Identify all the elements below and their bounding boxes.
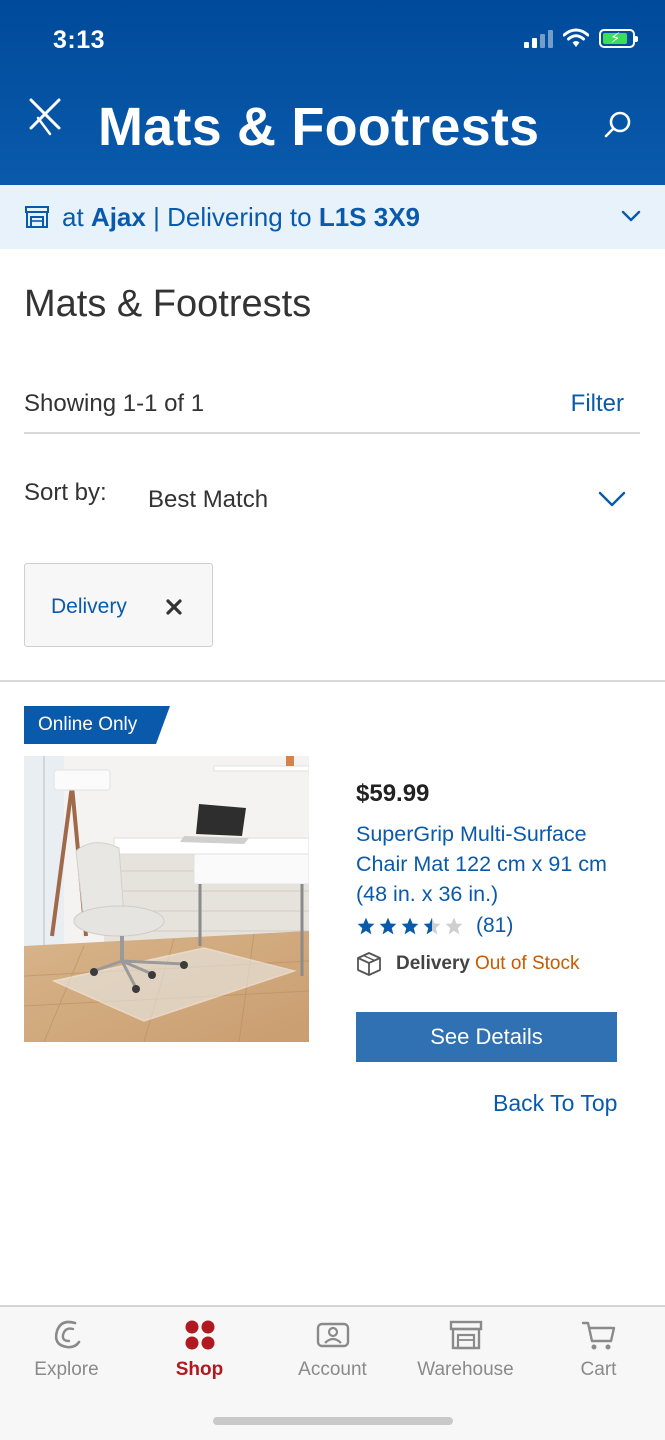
cart-icon: [581, 1321, 615, 1350]
explore-icon: [54, 1320, 80, 1349]
results-row: Showing 1-1 of 1 Filter: [24, 390, 640, 434]
location-bar[interactable]: at Ajax | Delivering to L1S 3X9: [0, 185, 665, 249]
filter-button[interactable]: Filter: [571, 390, 624, 418]
tab-label: Explore: [34, 1359, 99, 1380]
store-icon: [25, 206, 49, 228]
badge-label: Online Only: [38, 714, 138, 735]
signal-icon: [524, 28, 553, 48]
product-price: $59.99: [356, 780, 430, 807]
search-icon[interactable]: [603, 110, 633, 140]
close-icon[interactable]: [28, 96, 62, 136]
account-icon: [316, 1322, 349, 1348]
tab-explore[interactable]: Explore: [0, 1317, 133, 1397]
product-name-link[interactable]: SuperGrip Multi-Surface Chair Mat 122 cm…: [356, 819, 626, 909]
star-full-icon: [357, 917, 375, 935]
top-bar: 3:13 ⚡ Mats & Footrests: [0, 0, 665, 185]
tab-cart[interactable]: Cart: [532, 1317, 665, 1397]
chevron-down-icon[interactable]: [621, 209, 641, 223]
product-rating: (81): [356, 914, 513, 938]
stock-status: Out of Stock: [474, 953, 580, 974]
close-icon[interactable]: [164, 597, 184, 617]
see-details-button[interactable]: See Details: [356, 1012, 617, 1062]
star-half-icon: [423, 917, 441, 935]
tab-account[interactable]: Account: [266, 1317, 399, 1397]
divider: [0, 680, 665, 682]
filter-chip-delivery[interactable]: Delivery: [24, 563, 213, 647]
location-store: Ajax: [90, 201, 146, 232]
filter-chip-label: Delivery: [51, 595, 127, 618]
location-postal-code: L1S 3X9: [318, 201, 420, 232]
status-time: 3:13: [53, 26, 106, 54]
star-full-icon: [401, 917, 419, 935]
chevron-down-icon[interactable]: [598, 490, 626, 508]
location-text: at Ajax | Delivering to L1S 3X9: [62, 202, 420, 233]
star-empty-icon: [445, 917, 463, 935]
sort-select[interactable]: Best Match: [148, 486, 268, 514]
star-full-icon: [379, 917, 397, 935]
back-to-top-link[interactable]: Back To Top: [493, 1090, 617, 1117]
tab-label: Warehouse: [417, 1359, 514, 1380]
home-indicator: [213, 1417, 453, 1425]
wifi-icon: [563, 28, 589, 47]
header-title: Mats & Footrests: [98, 97, 540, 157]
tab-shop[interactable]: Shop: [133, 1317, 266, 1397]
delivery-status: Delivery Out of Stock: [356, 951, 580, 977]
sort-label: Sort by:: [24, 479, 107, 506]
product-image[interactable]: [24, 756, 309, 1042]
location-prefix: at: [62, 201, 84, 232]
online-only-badge: Online Only: [24, 706, 170, 744]
tab-label: Cart: [580, 1359, 617, 1380]
status-icons: ⚡: [524, 28, 638, 48]
tab-warehouse[interactable]: Warehouse: [399, 1317, 532, 1397]
star-rating: [356, 916, 464, 936]
location-separator: |: [153, 201, 160, 232]
tab-label: Account: [298, 1359, 367, 1380]
shop-icon: [185, 1320, 214, 1350]
review-count[interactable]: (81): [476, 914, 513, 938]
battery-icon: ⚡: [599, 28, 638, 48]
location-delivering-label: Delivering to: [167, 201, 312, 232]
results-count: Showing 1-1 of 1: [24, 390, 205, 417]
delivery-label: Delivery: [396, 953, 470, 974]
box-icon: [357, 952, 381, 976]
warehouse-icon: [449, 1320, 482, 1350]
page-title: Mats & Footrests: [24, 283, 312, 325]
tab-label: Shop: [175, 1359, 224, 1380]
